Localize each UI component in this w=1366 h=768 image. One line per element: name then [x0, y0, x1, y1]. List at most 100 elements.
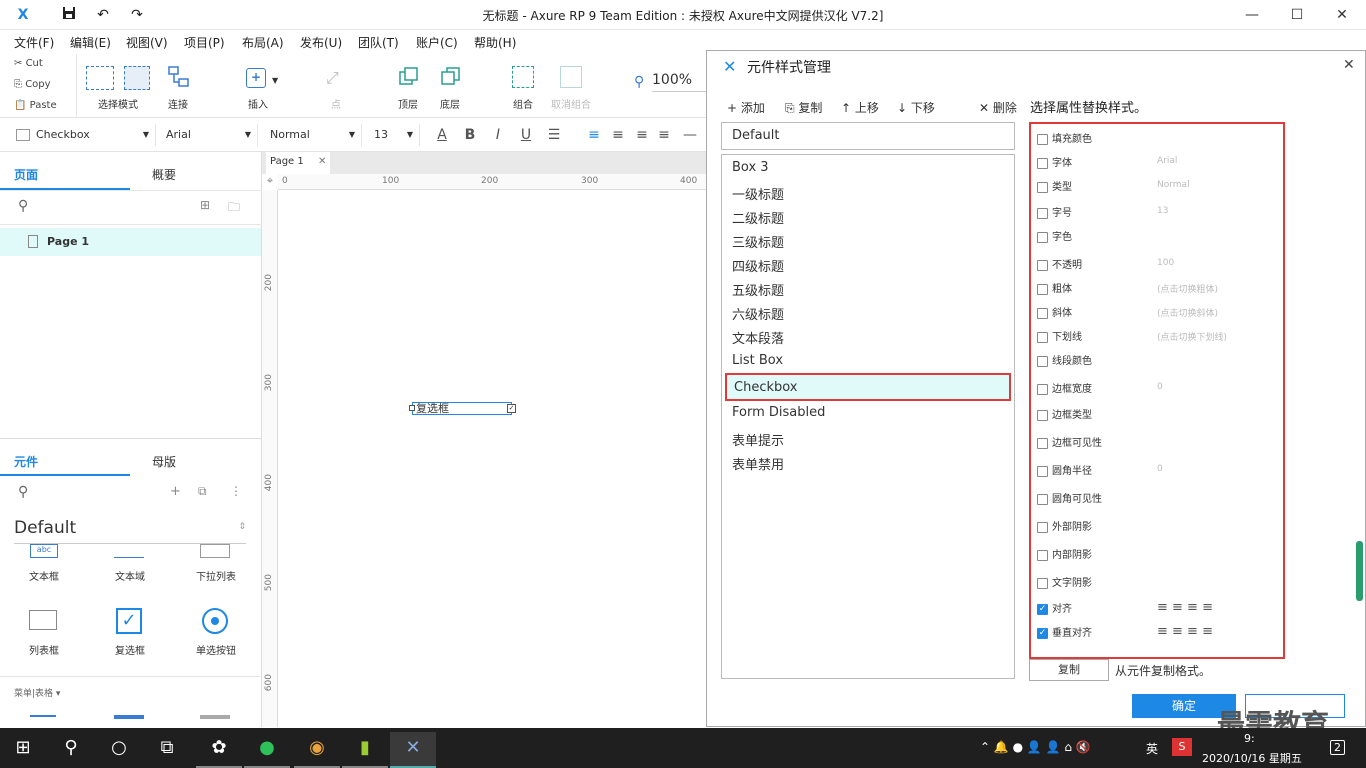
close-button[interactable]: ✕: [1330, 4, 1354, 26]
notification-badge[interactable]: 2: [1330, 740, 1345, 755]
checkbox-widget-icon[interactable]: ✓: [116, 608, 142, 634]
delete-style-button[interactable]: ✕ 删除: [979, 99, 1017, 116]
style-item[interactable]: 表单禁用: [732, 454, 784, 473]
checkbox[interactable]: [1037, 259, 1048, 271]
copy-format-button[interactable]: 复制: [1029, 659, 1109, 681]
checkbox[interactable]: [1037, 355, 1048, 367]
menu-team[interactable]: 团队(T): [358, 34, 399, 51]
app-icon[interactable]: ▮: [342, 732, 388, 768]
close-icon[interactable]: ✕: [318, 156, 326, 167]
menu-project[interactable]: 项目(P): [184, 34, 225, 51]
scrollbar-thumb[interactable]: [1356, 541, 1363, 601]
alignment-options-icon[interactable]: ≡ ≡ ≡ ≡: [1157, 600, 1213, 615]
move-down-button[interactable]: ↓ 下移: [897, 99, 935, 116]
checkbox[interactable]: [1037, 133, 1048, 145]
prop-row[interactable]: 边框类型: [1037, 406, 1281, 426]
checkbox[interactable]: [1037, 549, 1048, 561]
search-icon[interactable]: ⚲: [18, 198, 28, 214]
align-left-icon[interactable]: ≡: [586, 126, 602, 144]
menu-file[interactable]: 文件(F): [14, 34, 54, 51]
move-up-button[interactable]: ↑ 上移: [841, 99, 879, 116]
style-item-selected[interactable]: Checkbox: [725, 373, 1011, 401]
chrome-app-icon[interactable]: ◉: [294, 732, 340, 768]
menu-widget-icon[interactable]: [30, 715, 56, 725]
group-icon[interactable]: [512, 66, 534, 88]
library-icon[interactable]: ⧉: [198, 484, 207, 499]
resize-handle[interactable]: [409, 405, 415, 411]
menu-layout[interactable]: 布局(A): [242, 34, 284, 51]
droplist-icon[interactable]: [200, 544, 230, 558]
prop-row[interactable]: 文字阴影: [1037, 574, 1281, 594]
style-item[interactable]: 表单提示: [732, 430, 784, 449]
prop-row[interactable]: 字色: [1037, 228, 1281, 248]
alignment-options-icon[interactable]: ≡ ≡ ≡ ≡: [1157, 624, 1213, 639]
tab-widgets[interactable]: 元件: [14, 453, 38, 470]
checkbox[interactable]: [1037, 331, 1048, 343]
prop-row[interactable]: 字体 Arial: [1037, 154, 1281, 174]
align-center-icon[interactable]: ≡: [610, 126, 626, 144]
prop-row[interactable]: 填充颜色: [1037, 130, 1281, 150]
prop-row[interactable]: ✓ 垂直对齐 ≡ ≡ ≡ ≡: [1037, 624, 1281, 644]
ime-indicator[interactable]: 英: [1146, 740, 1158, 757]
checkbox[interactable]: [1037, 521, 1048, 533]
prop-value[interactable]: (点击切换下划线): [1157, 330, 1227, 343]
chevron-down-icon[interactable]: ▼: [272, 76, 278, 85]
checkbox[interactable]: [1037, 307, 1048, 319]
style-item[interactable]: List Box: [732, 353, 783, 368]
prop-value[interactable]: Normal: [1157, 180, 1190, 190]
paste-button[interactable]: 📋 Paste: [14, 100, 57, 111]
checkbox[interactable]: [1037, 157, 1048, 169]
insert-icon[interactable]: +: [246, 68, 266, 88]
checkbox[interactable]: [1037, 383, 1048, 395]
cut-button[interactable]: ✂ Cut: [14, 58, 43, 69]
copy-button[interactable]: ⎘ Copy: [14, 79, 51, 90]
prop-row[interactable]: 类型 Normal: [1037, 178, 1281, 198]
ungroup-icon[interactable]: [560, 66, 582, 88]
menu-account[interactable]: 账户(C): [416, 34, 458, 51]
font-select[interactable]: Arial ▼: [160, 124, 258, 146]
checkbox-checked[interactable]: ✓: [1037, 603, 1048, 615]
size-select[interactable]: 13 ▼: [368, 124, 420, 146]
checkbox[interactable]: [1037, 231, 1048, 243]
text-field-icon[interactable]: abc: [30, 544, 58, 558]
page-list-item[interactable]: Page 1: [0, 228, 261, 256]
prop-row[interactable]: 斜体 (点击切换斜体): [1037, 304, 1281, 324]
photos-app-icon[interactable]: ✿: [196, 732, 242, 768]
menu-help[interactable]: 帮助(H): [474, 34, 516, 51]
add-library-icon[interactable]: +: [170, 484, 181, 499]
sogou-icon[interactable]: S: [1172, 738, 1192, 756]
prop-value[interactable]: (点击切换斜体): [1157, 306, 1218, 319]
point-icon[interactable]: ⤢: [326, 68, 346, 88]
checkbox[interactable]: [1037, 493, 1048, 505]
prop-row[interactable]: ✓ 对齐 ≡ ≡ ≡ ≡: [1037, 600, 1281, 620]
style-select[interactable]: Checkbox ▼: [6, 124, 156, 146]
style-item[interactable]: 五级标题: [732, 280, 784, 299]
style-item[interactable]: 四级标题: [732, 256, 784, 275]
canvas-area[interactable]: Page 1 ✕ ⌖ 0 100 200 300 400 200 300 400…: [262, 152, 706, 727]
weight-select[interactable]: Normal ▼: [264, 124, 362, 146]
prop-row[interactable]: 圆角半径 0: [1037, 462, 1281, 482]
search-icon[interactable]: ⚲: [18, 484, 28, 500]
text-color-icon[interactable]: A: [434, 126, 450, 144]
line-style-icon[interactable]: —: [682, 126, 698, 144]
italic-icon[interactable]: I: [490, 126, 506, 144]
style-item[interactable]: 文本段落: [732, 328, 784, 347]
prop-row[interactable]: 粗体 (点击切换粗体): [1037, 280, 1281, 300]
align-justify-icon[interactable]: ≡: [656, 126, 672, 144]
canvas-checkbox-widget[interactable]: 复选框 ✓: [409, 402, 516, 415]
prop-row[interactable]: 下划线 (点击切换下划线): [1037, 328, 1281, 348]
checkbox[interactable]: [1037, 207, 1048, 219]
prop-row[interactable]: 内部阴影: [1037, 546, 1281, 566]
table-widget-icon[interactable]: [114, 715, 144, 725]
style-item[interactable]: 一级标题: [732, 184, 784, 203]
cortana-icon[interactable]: ○: [96, 732, 142, 768]
style-item[interactable]: 二级标题: [732, 208, 784, 227]
task-view-icon[interactable]: ⧉: [144, 732, 190, 768]
bold-icon[interactable]: B: [462, 126, 478, 144]
wechat-app-icon[interactable]: ●: [244, 732, 290, 768]
dialog-close-icon[interactable]: ✕: [1343, 57, 1355, 73]
tree-widget-icon[interactable]: [200, 715, 230, 725]
add-style-button[interactable]: + 添加: [727, 99, 765, 116]
maximize-button[interactable]: ☐: [1285, 4, 1309, 26]
tab-pages[interactable]: 页面: [14, 166, 38, 183]
